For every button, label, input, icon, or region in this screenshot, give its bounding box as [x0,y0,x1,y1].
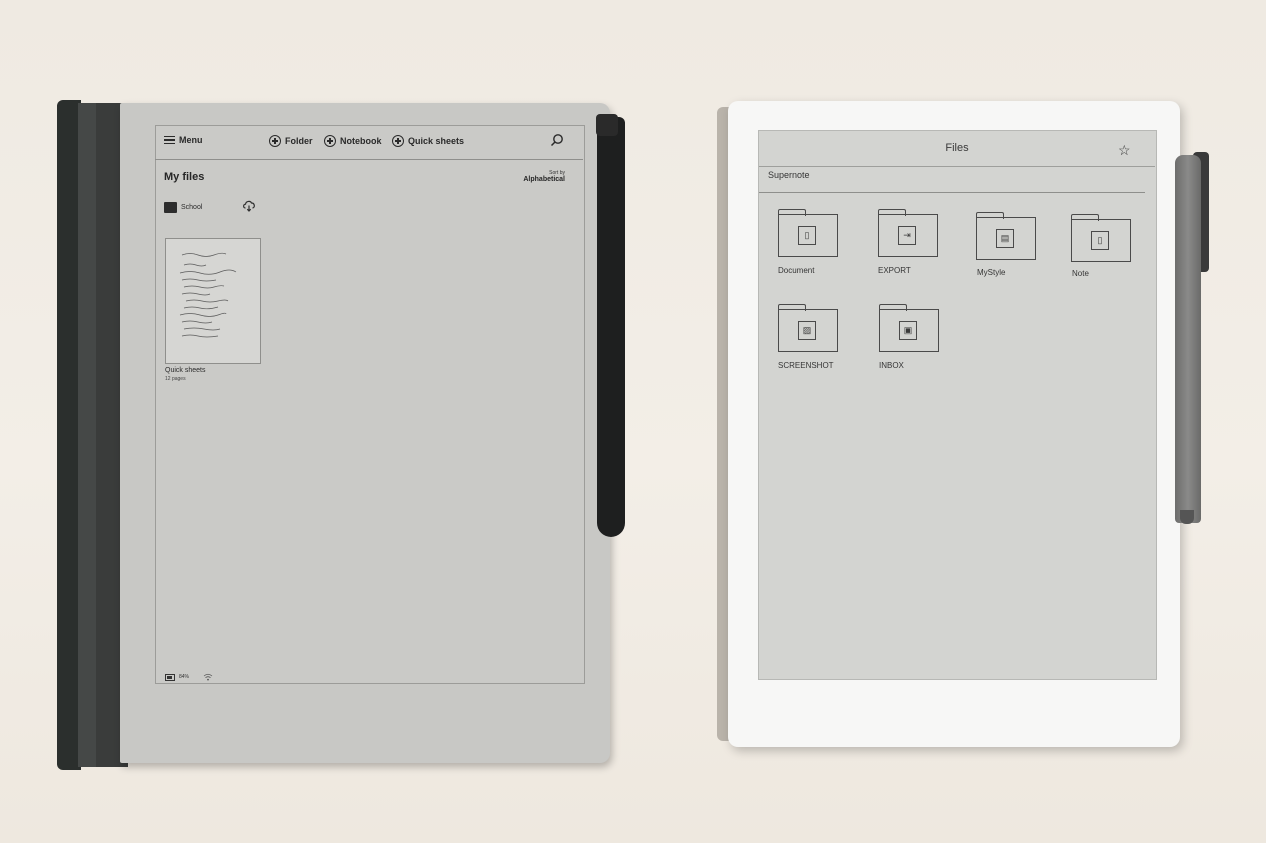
folder-label-screenshot[interactable]: SCREENSHOT [778,361,834,370]
add-quick-sheets-button[interactable]: Quick sheets [392,135,464,147]
battery-icon [165,673,175,681]
status-bar: 84% [165,673,213,681]
folder-label-document[interactable]: Document [778,266,814,275]
folder-note[interactable]: ▯ [1071,214,1131,262]
sort-dropdown[interactable]: Alphabetical [512,176,565,183]
left-device-screen [155,125,585,684]
mystyle-icon: ▤ [996,229,1014,248]
search-button[interactable] [550,133,564,152]
folder-label-export[interactable]: EXPORT [878,266,911,275]
divider [759,192,1145,193]
add-notebook-label: Notebook [340,136,382,146]
notebook-page-count: 12 pages [165,376,186,382]
notebook-name[interactable]: Quick sheets [165,367,205,374]
folder-label-note[interactable]: Note [1072,269,1089,278]
inbox-icon: ▣ [899,321,917,340]
folder-export[interactable]: ⇥ [878,209,938,257]
add-folder-button[interactable]: Folder [269,135,313,147]
folder-inbox[interactable]: ▣ [879,304,939,352]
note-icon: ▯ [1091,231,1109,250]
folder-document[interactable]: ▯ [778,209,838,257]
right-stylus-tip [1180,510,1194,524]
handwriting-preview [179,252,237,338]
plus-circle-icon [392,135,404,147]
left-stylus-clip [596,114,618,136]
star-icon[interactable]: ☆ [1118,143,1131,157]
add-quick-sheets-label: Quick sheets [408,136,465,146]
search-icon [550,134,563,147]
battery-level: 84% [179,674,190,680]
notebook-thumbnail[interactable] [165,238,261,364]
folder-screenshot[interactable]: ▨ [778,304,838,352]
wifi-icon [203,673,213,681]
plus-circle-icon [324,135,336,147]
folder-mystyle[interactable]: ▤ [976,212,1036,260]
cloud-sync-icon[interactable] [242,199,257,217]
left-stylus [597,117,625,537]
header-title: Files [945,142,969,154]
page-title: My files [164,171,205,183]
document-icon: ▯ [798,226,816,245]
folder-name[interactable]: School [181,204,202,211]
menu-button[interactable]: Menu [164,135,203,145]
menu-label: Menu [179,135,203,145]
left-toolbar: Menu Folder Notebook Quick sheets [155,125,583,160]
menu-icon [164,135,175,145]
folder-label-mystyle[interactable]: MyStyle [977,268,1005,277]
plus-circle-icon [269,135,281,147]
export-icon: ⇥ [898,226,916,245]
image-icon: ▨ [798,321,816,340]
breadcrumb[interactable]: Supernote [768,170,810,180]
add-notebook-button[interactable]: Notebook [324,135,382,147]
folder-icon[interactable] [164,202,177,213]
folder-label-inbox[interactable]: INBOX [879,361,904,370]
right-stylus [1175,155,1201,523]
add-folder-label: Folder [285,136,313,146]
